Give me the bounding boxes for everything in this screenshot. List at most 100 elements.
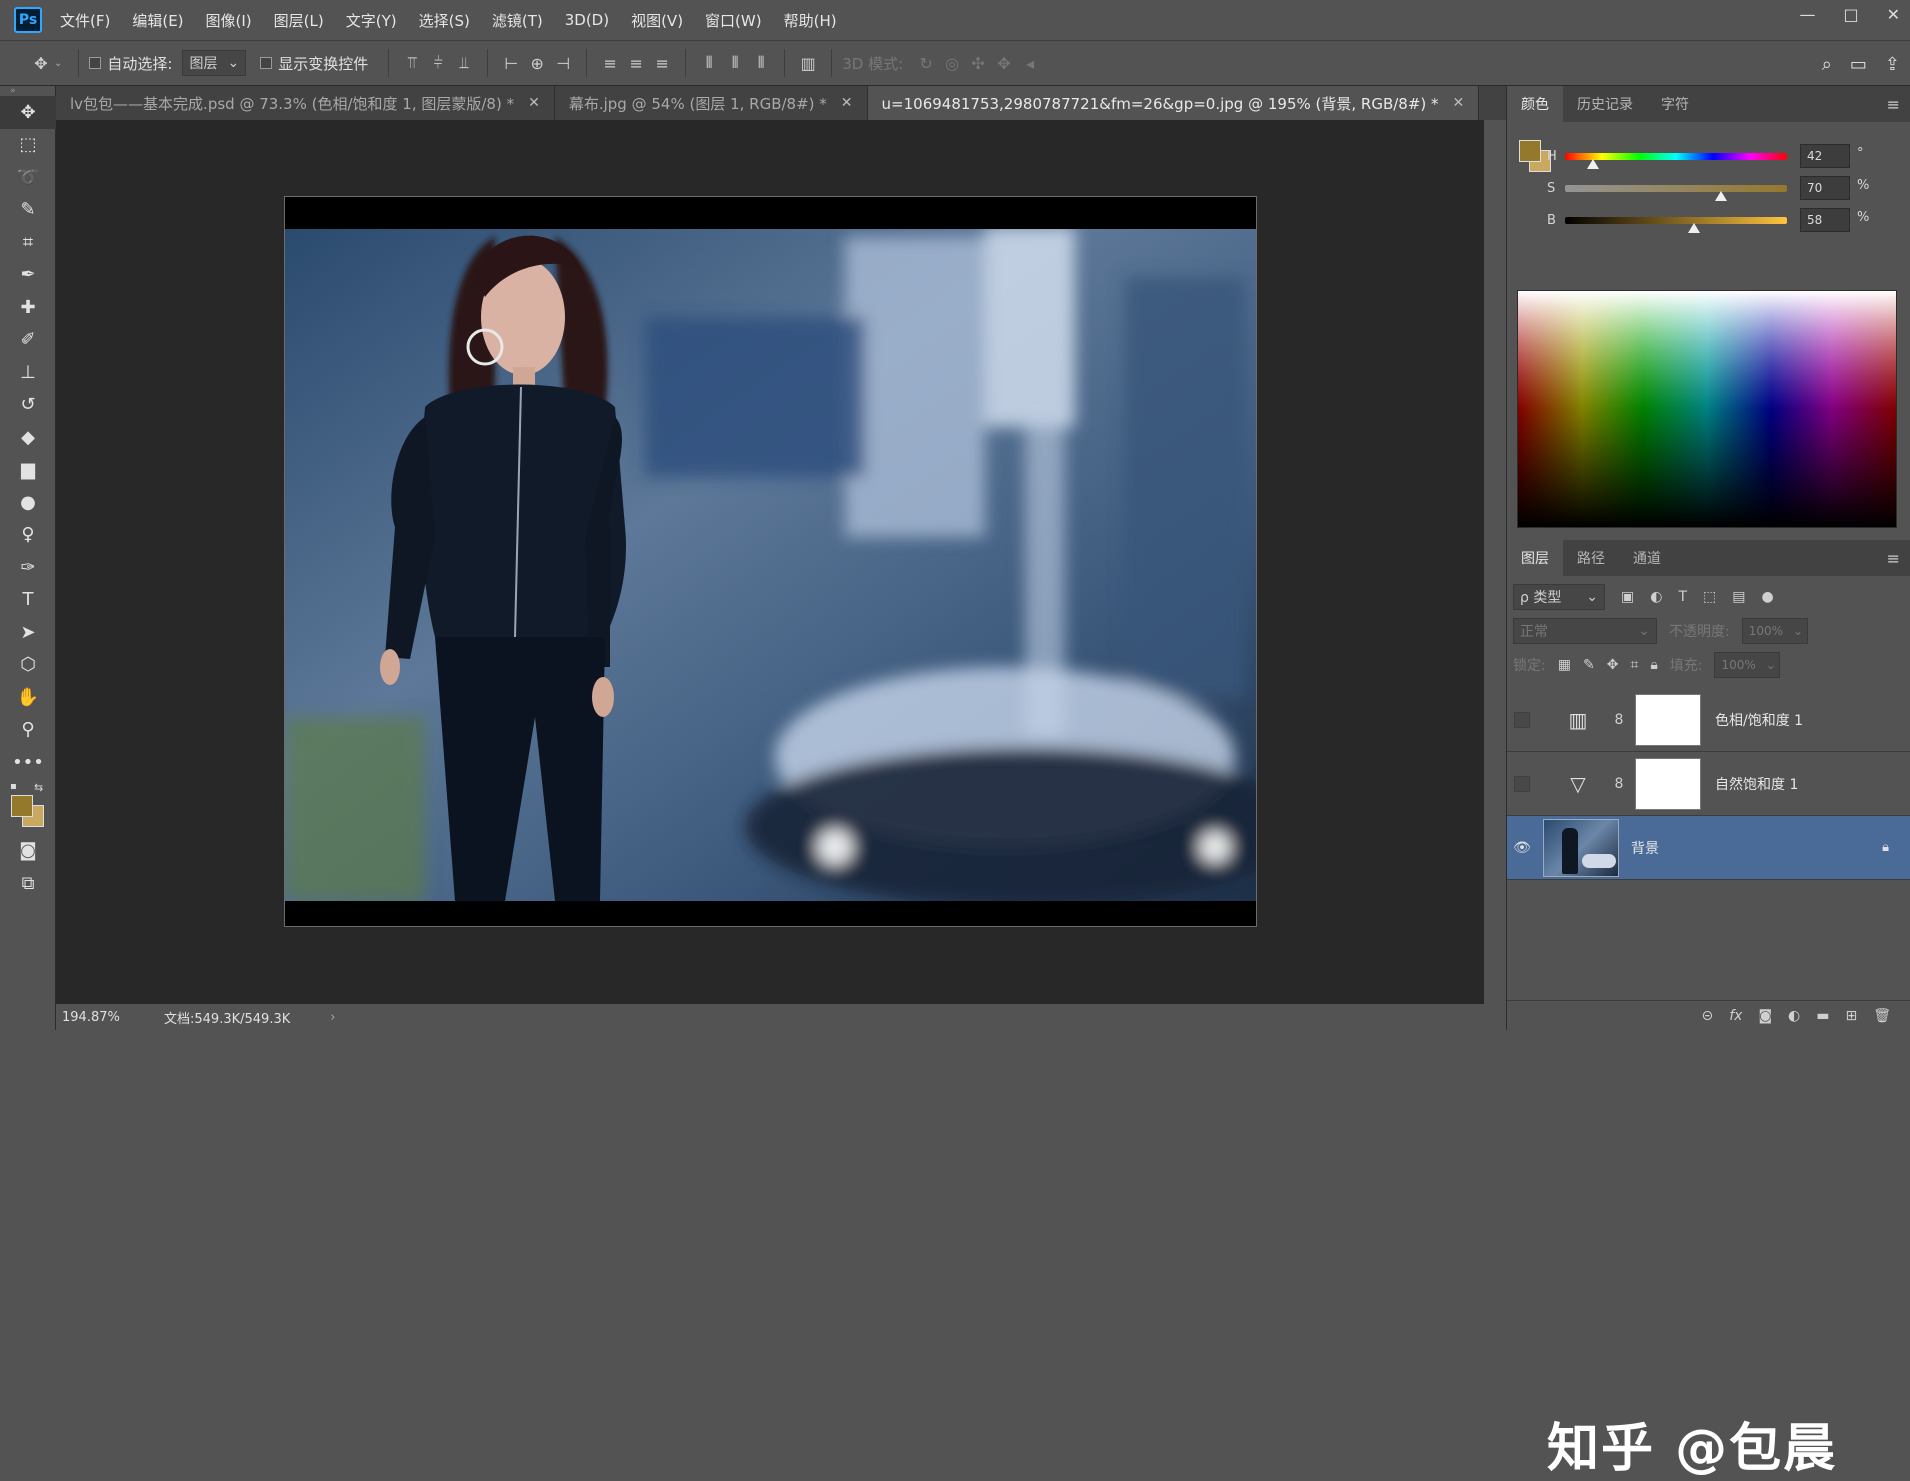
blur-tool-icon[interactable]: ● — [0, 486, 56, 519]
auto-select-checkbox[interactable] — [89, 57, 102, 69]
align-vcenter-icon[interactable]: ⫩ — [425, 50, 451, 76]
layer-visibility-toggle[interactable] — [1514, 775, 1530, 792]
new-group-icon[interactable]: ▬ — [1816, 1008, 1829, 1024]
blend-mode-dropdown[interactable]: 正常 ⌄ — [1513, 618, 1657, 644]
link-chain-icon[interactable]: 8 — [1609, 712, 1629, 728]
lock-position-icon[interactable]: ✥ — [1607, 657, 1619, 673]
link-chain-icon[interactable]: 8 — [1609, 776, 1629, 792]
menu-help[interactable]: 帮助(H) — [784, 10, 837, 31]
tab-layers[interactable]: 图层 — [1507, 540, 1563, 576]
menu-select[interactable]: 选择(S) — [419, 10, 470, 31]
layer-mask-thumbnail[interactable] — [1635, 693, 1701, 746]
tab-curtain[interactable]: 幕布.jpg @ 54% (图层 1, RGB/8#) * ✕ — [555, 86, 868, 120]
default-colors-icon[interactable]: ▪ — [10, 781, 17, 792]
chevron-down-icon[interactable]: ⌄ — [54, 58, 62, 69]
dodge-tool-icon[interactable]: ♀ — [0, 519, 56, 552]
saturation-input[interactable]: 70 — [1800, 176, 1850, 200]
eye-icon[interactable]: 👁︎ — [1507, 840, 1537, 856]
close-icon[interactable]: ✕ — [841, 95, 853, 111]
align-left-icon[interactable]: ⊢ — [498, 50, 524, 76]
layer-hue-saturation[interactable]: ▥ 8 色相/饱和度 1 — [1507, 688, 1910, 752]
collapse-arrows-icon[interactable]: » — [0, 86, 55, 96]
link-layers-icon[interactable]: ⊝ — [1701, 1008, 1713, 1024]
filter-pixel-icon[interactable]: ▣ — [1621, 589, 1634, 605]
3d-orbit-icon[interactable]: ↻ — [913, 50, 939, 76]
distribute-vcenter-icon[interactable]: ≡ — [623, 50, 649, 76]
auto-select-dropdown[interactable]: 图层 ⌄ — [182, 50, 247, 76]
lasso-tool-icon[interactable]: ➰ — [0, 161, 56, 194]
hue-input[interactable]: 42 — [1800, 144, 1850, 168]
align-hcenter-icon[interactable]: ⊕ — [524, 50, 550, 76]
layer-name[interactable]: 背景 — [1631, 838, 1659, 858]
share-icon[interactable]: ⇪ — [1885, 54, 1900, 75]
3d-scale-icon[interactable]: ◂ — [1017, 50, 1043, 76]
layer-filter-dropdown[interactable]: ρ 类型 ⌄ — [1513, 584, 1605, 610]
brightness-slider[interactable]: B 58 % — [1547, 208, 1869, 233]
fx-icon[interactable]: fx — [1729, 1008, 1742, 1024]
quick-select-tool-icon[interactable]: ✎ — [0, 194, 56, 227]
show-transform-checkbox[interactable] — [260, 57, 273, 69]
tab-lv-bag[interactable]: lv包包——基本完成.psd @ 73.3% (色相/饱和度 1, 图层蒙版/8… — [56, 86, 555, 120]
filter-smart-object-icon[interactable]: ▤ — [1732, 589, 1745, 605]
status-menu-arrow-icon[interactable]: › — [330, 1010, 335, 1025]
tab-character[interactable]: 字符 — [1647, 86, 1703, 122]
distribute-right-icon[interactable]: ⦀ — [748, 50, 774, 76]
layer-thumbnail[interactable] — [1543, 818, 1619, 877]
fill-input[interactable]: 100% ⌄ — [1714, 652, 1781, 678]
hue-thumb-icon[interactable] — [1587, 159, 1599, 169]
menu-3d[interactable]: 3D(D) — [565, 11, 609, 29]
saturation-slider[interactable]: S 70 % — [1547, 176, 1869, 201]
close-button[interactable]: ✕ — [1887, 5, 1900, 24]
menu-view[interactable]: 视图(V) — [631, 10, 683, 31]
distribute-left-icon[interactable]: ⦀ — [696, 50, 722, 76]
3d-pan-icon[interactable]: ✣ — [965, 50, 991, 76]
menu-image[interactable]: 图像(I) — [206, 10, 252, 31]
layer-name[interactable]: 色相/饱和度 1 — [1715, 710, 1803, 730]
menu-layer[interactable]: 图层(L) — [274, 10, 324, 31]
delete-icon[interactable]: 🗑︎ — [1873, 1008, 1891, 1024]
hand-tool-icon[interactable]: ✋ — [0, 681, 56, 714]
close-icon[interactable]: ✕ — [528, 95, 540, 111]
screen-mode-icon[interactable]: ⧉ — [0, 867, 56, 900]
zoom-tool-icon[interactable]: ⚲ — [0, 714, 56, 747]
layer-mask-thumbnail[interactable] — [1635, 757, 1701, 810]
brush-tool-icon[interactable]: ✐ — [0, 324, 56, 357]
brightness-thumb-icon[interactable] — [1688, 223, 1700, 233]
color-spectrum[interactable] — [1517, 290, 1897, 528]
history-brush-tool-icon[interactable]: ↺ — [0, 389, 56, 422]
lock-all-icon[interactable]: 🔒︎ — [1650, 657, 1657, 673]
layer-vibrance[interactable]: ▽ 8 自然饱和度 1 — [1507, 752, 1910, 816]
path-select-tool-icon[interactable]: ➤ — [0, 616, 56, 649]
minimize-button[interactable]: — — [1799, 5, 1815, 24]
type-tool-icon[interactable]: T — [0, 584, 56, 617]
hue-slider[interactable]: H 42 ° — [1547, 144, 1864, 169]
tab-paths[interactable]: 路径 — [1563, 540, 1619, 576]
tab-history[interactable]: 历史记录 — [1563, 86, 1647, 122]
lock-transparent-icon[interactable]: ▦ — [1558, 657, 1571, 673]
align-bottom-icon[interactable]: ⫫ — [451, 50, 477, 76]
gradient-tool-icon[interactable]: ▆ — [0, 454, 56, 487]
filter-adjustment-icon[interactable]: ◐ — [1650, 589, 1662, 605]
tab-channels[interactable]: 通道 — [1619, 540, 1675, 576]
brightness-track[interactable] — [1565, 216, 1787, 224]
layer-background[interactable]: 👁︎ 背景 🔒︎ — [1507, 816, 1910, 880]
workspace-icon[interactable]: ▭ — [1850, 54, 1867, 75]
brightness-input[interactable]: 58 — [1800, 208, 1850, 232]
distribute-bottom-icon[interactable]: ≡ — [649, 50, 675, 76]
filter-shape-icon[interactable]: ⬚ — [1703, 589, 1716, 605]
close-icon[interactable]: ✕ — [1453, 95, 1465, 111]
align-right-icon[interactable]: ⊣ — [550, 50, 576, 76]
eraser-tool-icon[interactable]: ◆ — [0, 421, 56, 454]
align-top-icon[interactable]: ⫪ — [399, 50, 425, 76]
menu-filter[interactable]: 滤镜(T) — [492, 10, 543, 31]
distribute-top-icon[interactable]: ≡ — [597, 50, 623, 76]
lock-artboard-icon[interactable]: ⌗ — [1630, 657, 1638, 673]
zoom-level[interactable]: 194.87% — [62, 1010, 152, 1025]
maximize-button[interactable]: □ — [1843, 5, 1858, 24]
saturation-thumb-icon[interactable] — [1715, 191, 1727, 201]
3d-roll-icon[interactable]: ◎ — [939, 50, 965, 76]
menu-file[interactable]: 文件(F) — [60, 10, 110, 31]
canvas-area[interactable] — [56, 120, 1484, 1004]
filter-type-icon[interactable]: T — [1678, 589, 1687, 605]
menu-type[interactable]: 文字(Y) — [346, 10, 397, 31]
